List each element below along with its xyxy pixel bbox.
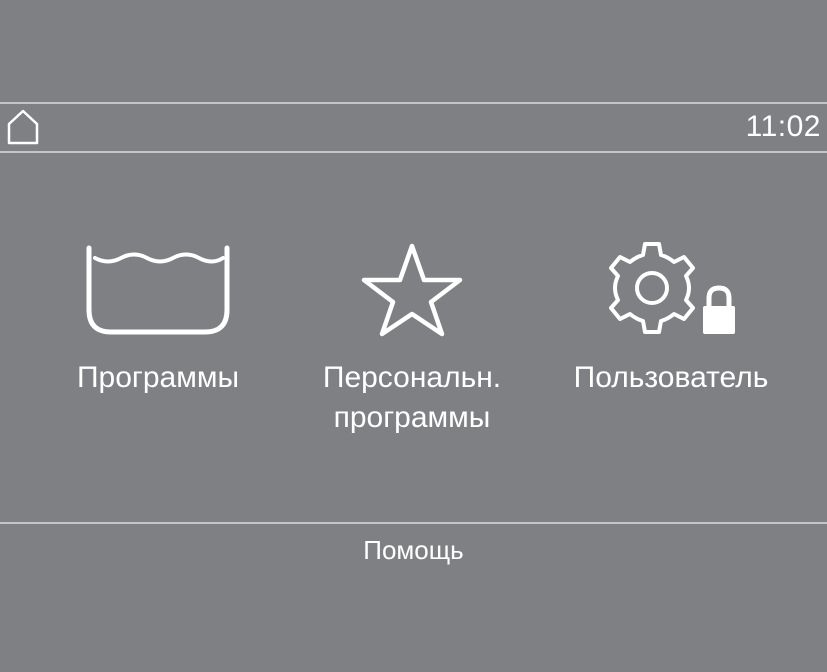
clock: 11:02	[745, 110, 821, 143]
user-button[interactable]: Пользователь	[556, 236, 786, 446]
header-divider	[0, 151, 827, 153]
home-icon	[7, 109, 39, 145]
home-button[interactable]	[5, 108, 41, 146]
personal-programs-button[interactable]: Персональн. программы	[297, 236, 527, 446]
wash-tub-icon	[86, 245, 230, 335]
top-divider	[0, 102, 827, 104]
footer-divider	[0, 522, 827, 524]
user-label: Пользователь	[573, 361, 769, 394]
star-icon	[361, 243, 463, 337]
gear-lock-icon	[609, 242, 740, 336]
help-button[interactable]: Помощь	[0, 530, 827, 570]
programs-label: Программы	[76, 361, 240, 394]
personal-programs-label: Персональн. программы	[322, 361, 502, 434]
programs-button[interactable]: Программы	[43, 236, 273, 446]
